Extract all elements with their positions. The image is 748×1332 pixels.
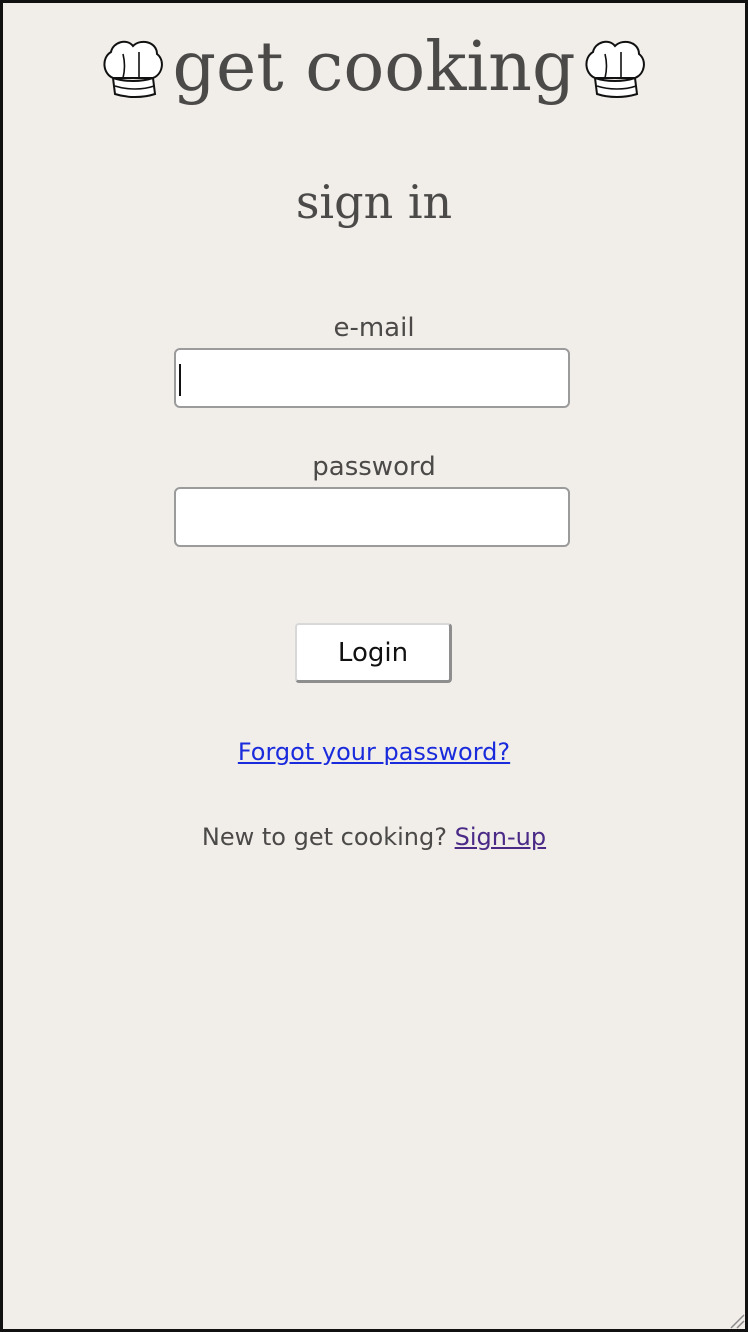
forgot-password-row: Forgot your password? (3, 735, 745, 769)
password-label: password (312, 452, 436, 482)
signup-prompt: New to get cooking? (201, 823, 447, 851)
site-title-text: get cooking (172, 28, 576, 107)
page-frame: get cooking sign in e-mail password Logi… (0, 0, 748, 1332)
email-field[interactable] (174, 348, 570, 408)
forgot-password-link[interactable]: Forgot your password? (238, 738, 510, 766)
email-label: e-mail (333, 313, 415, 343)
resize-grip-icon[interactable] (727, 1311, 745, 1329)
page-heading: sign in (295, 175, 453, 229)
text-caret (179, 364, 181, 396)
login-button[interactable]: Login (295, 623, 452, 683)
chef-hat-icon (103, 40, 163, 98)
chef-hat-icon (585, 40, 646, 98)
signup-row: New to get cooking? Sign-up (3, 820, 745, 854)
password-field[interactable] (174, 487, 570, 547)
site-title: get cooking (3, 23, 745, 113)
signup-link[interactable]: Sign-up (455, 823, 546, 851)
